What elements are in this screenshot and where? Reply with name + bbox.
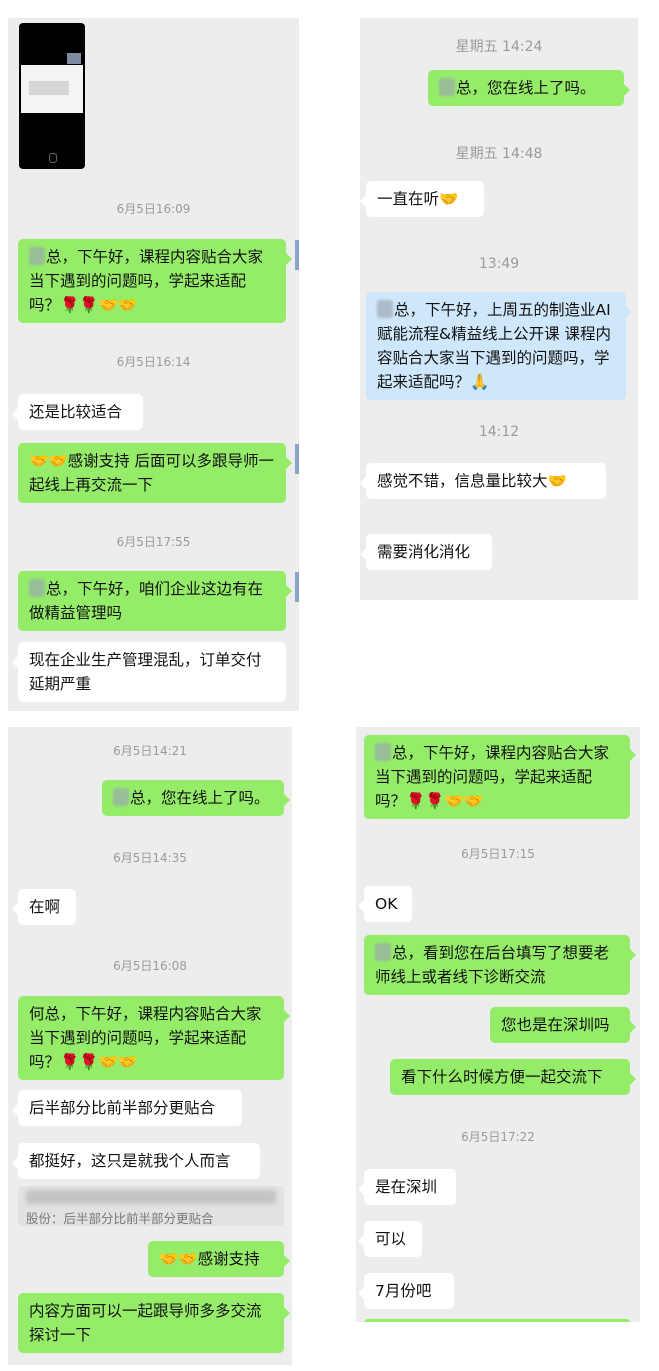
message-bubble[interactable]: 后半部分比前半部分更贴合	[12, 1090, 242, 1126]
message-bubble[interactable]: 内容方面可以一起跟导师多多交流探讨一下	[18, 1293, 290, 1353]
message-bubble[interactable]: 🤝🤝感谢支持	[148, 1241, 290, 1277]
avatar[interactable]	[295, 572, 299, 602]
video-message-thumbnail[interactable]	[19, 23, 85, 169]
message-text: 一直在听🤝	[377, 190, 459, 208]
timestamp: 14:12	[478, 424, 520, 440]
blurred-name	[29, 247, 45, 265]
message-text: 总，您在线上了吗。	[456, 79, 596, 97]
timestamp: 6月5日17:22	[461, 1130, 535, 1144]
message-bubble[interactable]: 总，下午好，上周五的制造业AI赋能流程&精益线上公开课 课程内容贴合大家当下遇到…	[366, 292, 632, 400]
quoted-message[interactable]: 股份：后半部分比前半部分更贴合	[18, 1186, 284, 1226]
timestamp: 6月5日17:15	[461, 847, 535, 861]
message-bubble[interactable]: 7月份吧	[358, 1273, 454, 1309]
message-bubble[interactable]: 都挺好，这只是就我个人而言	[12, 1143, 260, 1179]
chat-panel-2: 星期五 14:24 总，您在线上了吗。 星期五 14:48 一直在听🤝 13:4…	[360, 18, 638, 600]
message-text: 可以	[375, 1230, 407, 1248]
timestamp: 6月5日14:21	[113, 744, 187, 758]
message-text: 总，下午好，咱们企业这边有在做精益管理吗	[29, 580, 264, 622]
message-bubble[interactable]: 一直在听🤝	[360, 181, 484, 217]
message-text: 需要消化消化	[377, 543, 471, 561]
message-bubble[interactable]: 可以	[358, 1221, 422, 1257]
chat-panel-3: 6月5日14:21 总，您在线上了吗。 6月5日14:35 在啊 6月5日16:…	[8, 727, 292, 1365]
message-bubble[interactable]: 总，看到您在后台填写了想要老师线上或者线下诊断交流	[364, 935, 636, 995]
message-text: 内容方面可以一起跟导师多多交流探讨一下	[29, 1302, 262, 1344]
microphone-icon	[49, 153, 57, 163]
message-text: 后半部分比前半部分更贴合	[29, 1099, 216, 1117]
chat-panel-4: 总，下午好，课程内容贴合大家当下遇到的问题吗，学起来适配吗？🌹🌹🤝🤝 6月5日1…	[356, 727, 640, 1322]
message-bubble[interactable]: 总，您在线上了吗。	[102, 780, 290, 816]
avatar[interactable]	[295, 240, 299, 270]
message-text: 感觉不错，信息量比较大🤝	[377, 472, 567, 490]
message-bubble[interactable]: 🤝🤝感谢支持 后面可以多跟导师一起线上再交流一下	[18, 443, 292, 503]
blurred-name	[113, 788, 129, 806]
message-text: 在啊	[29, 898, 61, 916]
timestamp: 星期五 14:24	[455, 39, 543, 55]
blurred-name	[439, 78, 455, 96]
timestamp: 6月5日16:09	[116, 202, 191, 216]
message-text: 总，看到您在后台填写了想要老师线上或者线下诊断交流	[375, 944, 610, 986]
chat-panel-1: 6月5日16:09 总，下午好，课程内容贴合大家当下遇到的问题吗，学起来适配吗？…	[8, 18, 299, 711]
message-text: 您也是在深圳吗	[501, 1016, 610, 1034]
message-text: 7月份吧	[375, 1282, 432, 1300]
timestamp: 6月5日16:08	[113, 959, 187, 973]
message-bubble[interactable]: 总，下午好，咱们企业这边有在做精益管理吗	[18, 571, 292, 631]
quote-text: 股份：后半部分比前半部分更贴合	[26, 1211, 214, 1226]
message-text: 还是比较适合	[29, 403, 123, 421]
message-text: 🤝🤝感谢支持 后面可以多跟导师一起线上再交流一下	[29, 452, 275, 494]
message-text: 总，下午好，上周五的制造业AI赋能流程&精益线上公开课 课程内容贴合大家当下遇到…	[377, 301, 612, 391]
message-text: 总，下午好，课程内容贴合大家当下遇到的问题吗，学起来适配吗？🌹🌹🤝🤝	[29, 248, 264, 314]
avatar[interactable]	[295, 444, 299, 474]
message-bubble[interactable]: 何总，下午好，课程内容贴合大家当下遇到的问题吗，学起来适配吗？🌹🌹🤝🤝	[18, 996, 290, 1080]
message-bubble[interactable]: 看下什么时候方便一起交流下	[390, 1059, 636, 1095]
message-bubble-partial	[364, 1319, 630, 1322]
message-bubble[interactable]: 需要消化消化	[360, 534, 492, 570]
video-inset	[67, 53, 81, 64]
message-bubble[interactable]: OK	[358, 886, 412, 922]
video-frame	[21, 65, 83, 113]
timestamp: 星期五 14:48	[455, 146, 543, 162]
blurred-name	[29, 579, 45, 597]
blurred-name	[375, 743, 391, 761]
message-bubble[interactable]: 总，您在线上了吗。	[428, 70, 630, 106]
timestamp: 6月5日17:55	[116, 535, 191, 549]
message-bubble[interactable]: 感觉不错，信息量比较大🤝	[360, 463, 606, 499]
message-bubble[interactable]: 是在深圳	[358, 1169, 456, 1205]
message-text: 现在企业生产管理混乱，订单交付延期严重	[29, 651, 262, 693]
timestamp: 13:49	[478, 256, 520, 272]
message-text: 是在深圳	[375, 1178, 438, 1196]
message-text: 何总，下午好，课程内容贴合大家当下遇到的问题吗，学起来适配吗？🌹🌹🤝🤝	[29, 1005, 262, 1071]
blurred-quote-text	[26, 1190, 276, 1204]
message-bubble[interactable]: 还是比较适合	[12, 394, 143, 430]
message-text: 看下什么时候方便一起交流下	[401, 1068, 603, 1086]
message-text: 总，下午好，课程内容贴合大家当下遇到的问题吗，学起来适配吗？🌹🌹🤝🤝	[375, 744, 610, 810]
blurred-name	[375, 943, 391, 961]
message-bubble[interactable]: 总，下午好，课程内容贴合大家当下遇到的问题吗，学起来适配吗？🌹🌹🤝🤝	[18, 239, 292, 323]
message-bubble[interactable]: 在啊	[12, 889, 76, 925]
message-text: 🤝🤝感谢支持	[159, 1250, 260, 1268]
message-text: 总，您在线上了吗。	[130, 789, 270, 807]
timestamp: 6月5日14:35	[113, 851, 187, 865]
message-text: OK	[375, 895, 398, 913]
message-text: 都挺好，这只是就我个人而言	[29, 1152, 231, 1170]
blurred-name	[377, 300, 393, 318]
message-bubble[interactable]: 总，下午好，课程内容贴合大家当下遇到的问题吗，学起来适配吗？🌹🌹🤝🤝	[364, 735, 636, 819]
message-bubble[interactable]: 现在企业生产管理混乱，订单交付延期严重	[12, 642, 286, 702]
timestamp: 6月5日16:14	[116, 355, 191, 369]
message-bubble[interactable]: 您也是在深圳吗	[490, 1007, 636, 1043]
